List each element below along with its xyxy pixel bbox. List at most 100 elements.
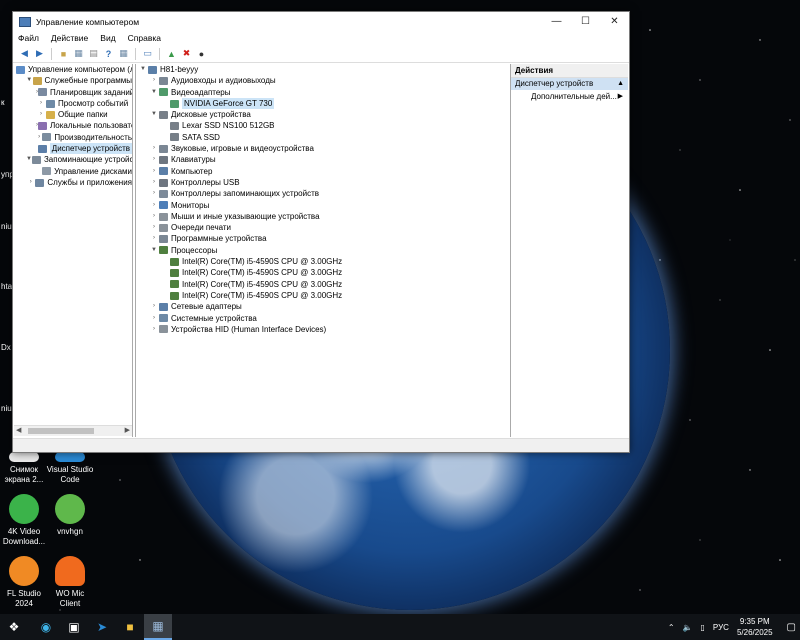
menu-help[interactable]: Справка	[128, 33, 161, 43]
device-tree-row[interactable]: › Программные устройства	[136, 233, 510, 244]
close-button[interactable]: ✕	[600, 12, 629, 31]
device-tree-row[interactable]: NVIDIA GeForce GT 730	[136, 97, 510, 110]
desktop-icon-flstudio[interactable]: FL Studio 2024	[0, 556, 48, 609]
tree-expander-icon[interactable]: ›	[149, 324, 159, 335]
computer-management-window[interactable]: Управление компьютером — ☐ ✕ Файл Действ…	[12, 11, 630, 453]
desktop-icon-vscode[interactable]: Visual Studio Code	[46, 452, 94, 485]
title-bar[interactable]: Управление компьютером — ☐ ✕	[13, 12, 629, 31]
tree-expander-icon[interactable]: ▼	[138, 64, 148, 75]
device-tree-row[interactable]: › Контроллеры USB	[136, 177, 510, 188]
device-tree-row[interactable]: › Мониторы	[136, 200, 510, 211]
tree-expander-icon[interactable]: ›	[149, 211, 159, 222]
collapse-triangle-icon[interactable]: ▲	[617, 78, 624, 90]
left-tree-row[interactable]: › Службы и приложения	[14, 177, 132, 188]
tree-expander-icon[interactable]: ›	[149, 200, 159, 211]
notifications-icon[interactable]: ▢	[787, 622, 796, 633]
device-tree-row[interactable]: › Очереди печати	[136, 222, 510, 233]
left-tree-row[interactable]: ▼ Служебные программы	[14, 75, 132, 86]
device-tree-row[interactable]: ▼ Дисковые устройства	[136, 109, 510, 120]
scroll-left-icon[interactable]: ◀	[16, 426, 21, 434]
device-tree-row[interactable]: Lexar SSD NS100 512GB	[136, 120, 510, 131]
tree-expander-icon[interactable]: ›	[149, 188, 159, 199]
edge-browser-icon[interactable]: ◉	[32, 614, 60, 640]
left-tree-row[interactable]: › Производительность	[14, 132, 132, 143]
desktop-icon-4kvideo[interactable]: 4K Video Download...	[0, 494, 48, 547]
device-tree-row[interactable]: › Устройства HID (Human Interface Devices…	[136, 324, 510, 335]
left-tree-row[interactable]: › Планировщик заданий	[14, 87, 132, 98]
tree-expander-icon[interactable]: ▼	[149, 109, 159, 120]
update-driver-icon[interactable]: ▲	[165, 47, 178, 60]
device-tree-row[interactable]: ▼ Процессоры	[136, 245, 510, 256]
console-tree-scrollbar[interactable]: ◀ ▶	[14, 425, 132, 436]
back-arrow-icon[interactable]: ◀	[18, 47, 31, 60]
tree-expander-icon[interactable]: ›	[149, 233, 159, 244]
actions-more-item[interactable]: Дополнительные дей... ▶	[511, 90, 628, 104]
computer-management-taskbar-icon[interactable]: ▦	[144, 614, 172, 640]
store-icon[interactable]: ▣	[60, 614, 88, 640]
device-tree-row[interactable]: Intel(R) Core(TM) i5-4590S CPU @ 3.00GHz	[136, 256, 510, 267]
device-tree-row[interactable]: › Системные устройства	[136, 313, 510, 324]
device-tree-row[interactable]: › Мыши и иные указывающие устройства	[136, 211, 510, 222]
tree-expander-icon[interactable]: ›	[149, 222, 159, 233]
tree-expander-icon[interactable]: ›	[149, 154, 159, 165]
actions-section-device-manager[interactable]: Диспетчер устройств ▲	[511, 78, 628, 90]
device-tree-row[interactable]: Intel(R) Core(TM) i5-4590S CPU @ 3.00GHz	[136, 279, 510, 290]
left-tree-row[interactable]: › Локальные пользовате	[14, 120, 132, 131]
device-tree-row[interactable]: › Компьютер	[136, 166, 510, 177]
show-hidden-icons-chevron-icon[interactable]: ⌃	[668, 623, 675, 632]
tree-expander-icon[interactable]: ›	[149, 313, 159, 324]
monitor-icon[interactable]: ▭	[141, 47, 154, 60]
vscode-taskbar-icon[interactable]: ➤	[88, 614, 116, 640]
menu-action[interactable]: Действие	[51, 33, 88, 43]
desktop-icon-snip[interactable]: Снимок экрана 2...	[0, 452, 48, 485]
left-tree-row[interactable]: ▼ Запоминающие устройст	[14, 154, 132, 165]
tree-expander-icon[interactable]: ›	[149, 301, 159, 312]
scroll-thumb[interactable]	[28, 428, 94, 434]
tree-expander-icon[interactable]: ›	[149, 177, 159, 188]
start-button[interactable]: ❖	[0, 614, 28, 640]
left-tree-row[interactable]: › Общие папки	[14, 109, 132, 120]
scroll-right-icon[interactable]: ▶	[125, 426, 130, 434]
forward-arrow-icon[interactable]: ▶	[33, 47, 46, 60]
up-folder-icon[interactable]: ■	[57, 47, 70, 60]
menu-file[interactable]: Файл	[18, 33, 39, 43]
maximize-button[interactable]: ☐	[571, 12, 600, 31]
left-tree-row[interactable]: › Просмотр событий	[14, 98, 132, 109]
device-tree-row[interactable]: ▼ H81-beyyy	[136, 64, 510, 75]
left-tree-row[interactable]: Управление дисками	[14, 166, 132, 177]
menu-view[interactable]: Вид	[100, 33, 115, 43]
input-language[interactable]: РУС	[713, 623, 729, 632]
left-tree-row[interactable]: Управление компьютером (л	[14, 64, 132, 75]
volume-icon[interactable]: 🔈	[683, 623, 693, 632]
minimize-button[interactable]: —	[542, 12, 571, 31]
clock[interactable]: 9:35 PM 5/26/2025	[737, 616, 773, 638]
device-tree-row[interactable]: ▼ Видеоадаптеры	[136, 87, 510, 98]
uninstall-device-icon[interactable]: ✖	[180, 47, 193, 60]
device-tree-row[interactable]: › Контроллеры запоминающих устройств	[136, 188, 510, 199]
console-tree[interactable]: Управление компьютером (л ▼ Служебные прог…	[14, 64, 133, 437]
device-tree-row[interactable]: › Сетевые адаптеры	[136, 301, 510, 312]
device-tree-row[interactable]: Intel(R) Core(TM) i5-4590S CPU @ 3.00GHz	[136, 290, 510, 301]
tree-expander-icon[interactable]: ›	[36, 98, 46, 109]
device-tree-row[interactable]: › Клавиатуры	[136, 154, 510, 165]
device-tree-row[interactable]: › Звуковые, игровые и видеоустройства	[136, 143, 510, 154]
device-tree[interactable]: ▼ H81-beyyy › Аудиовходы и аудиовыходы ▼ Виде…	[135, 64, 511, 437]
tree-expander-icon[interactable]: ›	[149, 75, 159, 86]
desktop-icon-utorrent[interactable]: vnvhgn	[46, 494, 94, 537]
show-action-pane-icon[interactable]: ▦	[117, 47, 130, 60]
scan-hardware-icon[interactable]: ●	[195, 47, 208, 60]
tree-expander-icon[interactable]: ▼	[149, 87, 159, 98]
tree-expander-icon[interactable]: ›	[149, 166, 159, 177]
tree-expander-icon[interactable]: ›	[26, 177, 35, 188]
network-icon[interactable]: ▯	[701, 623, 705, 632]
device-tree-row[interactable]: Intel(R) Core(TM) i5-4590S CPU @ 3.00GHz	[136, 267, 510, 278]
properties-icon[interactable]: ▤	[87, 47, 100, 60]
help-icon[interactable]: ?	[102, 47, 115, 60]
tree-expander-icon[interactable]: ›	[36, 109, 46, 120]
device-tree-row[interactable]: › Аудиовходы и аудиовыходы	[136, 75, 510, 86]
tree-expander-icon[interactable]: ›	[149, 143, 159, 154]
desktop-icon-womic[interactable]: WO Mic Client	[46, 556, 94, 609]
left-tree-row[interactable]: Диспетчер устройств	[14, 143, 132, 155]
show-hide-tree-icon[interactable]: ▦	[72, 47, 85, 60]
tree-expander-icon[interactable]: ▼	[149, 245, 159, 256]
